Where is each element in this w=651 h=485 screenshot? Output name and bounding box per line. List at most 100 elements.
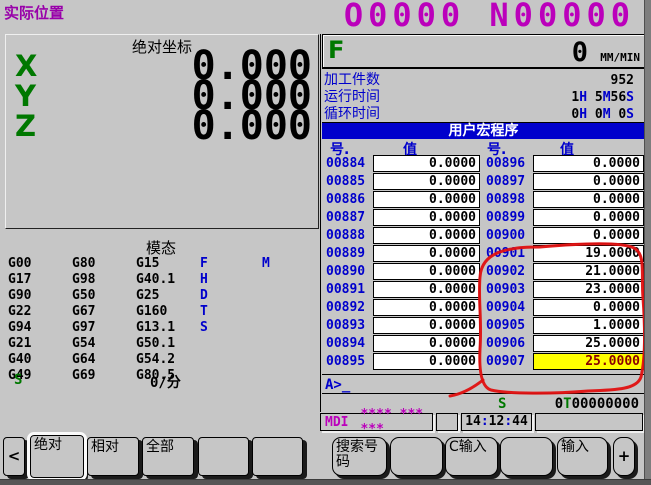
macro-var-number: 00902 [484,263,534,281]
softkey-blank-4[interactable] [500,437,553,476]
macro-value-cell[interactable]: 0.0000 [533,155,644,172]
softkey-blank-1[interactable] [198,437,249,476]
gcode: G80 [72,256,136,272]
counter-value: 0H 0M 0S [571,106,634,123]
macro-value-cell[interactable]: 0.0000 [373,191,480,208]
softkey-relative[interactable]: 相对 [87,437,139,476]
macro-value-cell[interactable]: 0.0000 [373,299,480,316]
gcode: G54.2 [136,352,200,368]
gcode: G94 [8,320,72,336]
gcode: G98 [72,272,136,288]
gcode-row: G21G54G50.1 [8,336,313,352]
macro-value-cell[interactable]: 23.0000 [533,281,644,298]
spindle-row: S 0/分 [5,372,317,389]
modal-letter: S [200,320,262,336]
macro-value-cell[interactable]: 21.0000 [533,263,644,280]
gcode-row: G00G80G15FM [8,256,313,272]
absolute-position-panel: 绝对坐标 X0.000Y0.000Z0.000 [5,34,319,229]
softkey-plus[interactable]: + [613,437,635,476]
gcode: G21 [8,336,72,352]
macro-value-cell[interactable]: 25.0000 [533,335,644,352]
modal-letter: T [200,304,262,320]
mode-label: MDI [325,415,348,430]
macro-var-number: 00895 [324,353,374,371]
status-spacer-box [436,413,458,431]
macro-var-number: 00900 [484,227,534,245]
softkey-blank-2[interactable] [252,437,303,476]
page-title: 实际位置 [4,2,64,23]
macro-value-cell[interactable]: 0.0000 [373,281,480,298]
axis-label: Z [15,111,36,141]
clock: 14:12:44 [461,413,532,431]
mode-status-box: MDI **** *** *** [320,413,433,431]
divider-line [322,374,645,375]
counter-value: 952 [611,72,634,89]
softkey-search-number[interactable]: 搜索号码 [332,437,387,476]
divider-line [322,393,645,394]
gcode: G54 [72,336,136,352]
gcode: G15 [136,256,200,272]
gcode-row: G94G97G13.1S [8,320,313,336]
gcode-row: G90G50G25D [8,288,313,304]
softkey-left-arrow[interactable]: < [3,437,25,476]
macro-value-cell[interactable]: 0.0000 [533,299,644,316]
macro-var-number: 00889 [324,245,374,263]
macro-var-number: 00904 [484,299,534,317]
macro-value-cell[interactable]: 0.0000 [373,209,480,226]
macro-value-cell[interactable]: 19.0000 [533,245,644,262]
gcode: G13.1 [136,320,200,336]
macro-value-cell[interactable]: 0.0000 [373,317,480,334]
program-number: O0000 N00000 [344,0,635,31]
modal-letter: D [200,288,262,304]
macro-value-cell[interactable]: 25.0000 [533,353,644,370]
mode-stars: **** *** *** [360,407,428,437]
macro-value-cell[interactable]: 0.0000 [533,191,644,208]
axis-value: 0.000 [192,111,312,141]
macro-value-cell[interactable]: 0.0000 [533,173,644,190]
axis-label: Y [15,81,36,111]
macro-value-cell[interactable]: 0.0000 [373,173,480,190]
softkey-blank-3[interactable] [390,437,443,476]
gcode: G90 [8,288,72,304]
macro-var-number: 00893 [324,317,374,335]
axis-label: X [15,51,37,81]
softkey-c-input[interactable]: C输入 [445,437,498,476]
macro-value-cell[interactable]: 0.0000 [533,209,644,226]
mdi-prompt[interactable]: A>_ [325,377,350,393]
modal-letter [200,352,262,368]
macro-value-cell[interactable]: 0.0000 [373,227,480,244]
counter-value: 1H 5M56S [571,89,634,106]
macro-value-cell[interactable]: 0.0000 [373,263,480,280]
gcode: G40.1 [136,272,200,288]
macro-var-number: 00898 [484,191,534,209]
modal-m-letter: M [262,256,270,272]
macro-var-number: 00891 [324,281,374,299]
softkey-input[interactable]: 输入 [557,437,608,476]
modal-letter [200,336,262,352]
axis-row-z: Z 0.000 [6,111,318,141]
modal-letter: H [200,272,262,288]
feed-label: F [328,36,344,64]
macro-value-cell[interactable]: 0.0000 [373,245,480,262]
spindle-s-label: S [14,372,22,388]
macro-value-cell[interactable]: 0.0000 [373,353,480,370]
gcode: G25 [136,288,200,304]
macro-value-cell[interactable]: 1.0000 [533,317,644,334]
modal-letter: F [200,256,262,272]
tool-status-value: 0T00000000 [555,396,639,412]
softkey-absolute[interactable]: 绝对 [30,435,84,478]
gcode: G17 [8,272,72,288]
macro-value-cell[interactable]: 0.0000 [373,155,480,172]
window-right-edge [644,0,651,485]
macro-var-number: 00887 [324,209,374,227]
modal-gcode-grid: G00G80G15FMG17G98G40.1HG90G50G25DG22G67G… [8,256,313,384]
softkey-all[interactable]: 全部 [142,437,194,476]
macro-value-cell[interactable]: 0.0000 [533,227,644,244]
gcode-row: G17G98G40.1H [8,272,313,288]
feed-value: 0 [572,39,588,67]
gcode: G67 [72,304,136,320]
gcode: G50.1 [136,336,200,352]
counter-label: 循环时间 [324,106,380,122]
macro-value-cell[interactable]: 0.0000 [373,335,480,352]
window-bottom-edge [0,479,651,485]
